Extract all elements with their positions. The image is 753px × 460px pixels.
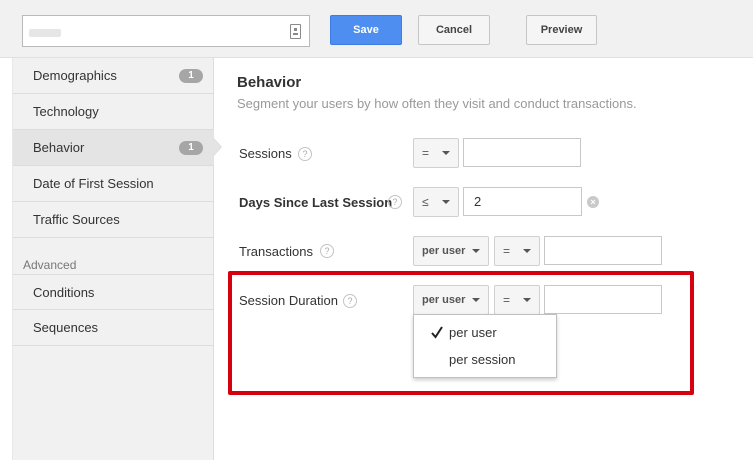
sidebar-item-label: Date of First Session bbox=[33, 176, 154, 191]
active-item-pointer-fill bbox=[213, 138, 221, 156]
operator-value: = bbox=[503, 244, 511, 258]
chevron-down-icon bbox=[472, 249, 480, 253]
segment-sidebar: Demographics 1 Technology Behavior 1 Dat… bbox=[12, 58, 214, 460]
document-icon bbox=[290, 24, 301, 39]
sidebar-item-label: Conditions bbox=[33, 285, 95, 300]
help-icon[interactable]: ? bbox=[320, 244, 334, 258]
top-toolbar: Save Cancel Preview bbox=[0, 0, 753, 58]
sessions-value-input[interactable] bbox=[463, 138, 581, 167]
segment-name-input[interactable] bbox=[22, 15, 310, 47]
transactions-scope-select[interactable]: per user bbox=[413, 236, 489, 266]
sidebar-item-conditions[interactable]: Conditions bbox=[13, 274, 214, 310]
days-operator-select[interactable]: ≤ bbox=[413, 187, 459, 217]
cancel-button[interactable]: Cancel bbox=[418, 15, 490, 45]
sessions-label: Sessions bbox=[239, 146, 292, 161]
check-icon bbox=[431, 326, 443, 339]
dropdown-option-per-session[interactable]: per session bbox=[449, 352, 515, 367]
sidebar-item-label: Behavior bbox=[33, 140, 85, 155]
sidebar-item-sequences[interactable]: Sequences bbox=[13, 310, 214, 346]
sidebar-item-label: Traffic Sources bbox=[33, 212, 120, 227]
count-badge: 1 bbox=[179, 69, 203, 83]
help-icon[interactable]: ? bbox=[298, 147, 312, 161]
sidebar-item-label: Demographics bbox=[33, 68, 117, 83]
sidebar-item-label: Technology bbox=[33, 104, 99, 119]
sidebar-item-traffic-sources[interactable]: Traffic Sources bbox=[13, 202, 214, 238]
scope-dropdown-menu: per user per session bbox=[413, 314, 557, 378]
save-button[interactable]: Save bbox=[330, 15, 402, 45]
help-icon[interactable]: ? bbox=[388, 195, 402, 209]
chevron-down-icon bbox=[523, 249, 531, 253]
redacted-name-text bbox=[29, 29, 61, 37]
sidebar-section-advanced: Advanced bbox=[23, 258, 77, 272]
operator-value: = bbox=[422, 146, 430, 160]
chevron-down-icon bbox=[442, 151, 450, 155]
sidebar-item-technology[interactable]: Technology bbox=[13, 94, 214, 130]
dropdown-option-per-user[interactable]: per user bbox=[449, 325, 497, 340]
section-title: Behavior bbox=[237, 74, 302, 91]
transactions-label: Transactions bbox=[239, 244, 313, 259]
clear-icon[interactable]: × bbox=[587, 196, 599, 208]
transactions-operator-select[interactable]: = bbox=[494, 236, 540, 266]
sessions-operator-select[interactable]: = bbox=[413, 138, 459, 168]
sidebar-item-demographics[interactable]: Demographics 1 bbox=[13, 58, 214, 94]
preview-button[interactable]: Preview bbox=[526, 15, 597, 45]
sidebar-item-behavior[interactable]: Behavior 1 bbox=[13, 130, 214, 166]
count-badge: 1 bbox=[179, 141, 203, 155]
operator-value: ≤ bbox=[422, 195, 429, 209]
transactions-value-input[interactable] bbox=[544, 236, 662, 265]
days-since-last-session-label: Days Since Last Session bbox=[239, 195, 393, 210]
section-subtitle: Segment your users by how often they vis… bbox=[237, 96, 637, 111]
days-value-input[interactable]: 2 bbox=[463, 187, 582, 216]
sidebar-item-date-of-first-session[interactable]: Date of First Session bbox=[13, 166, 214, 202]
chevron-down-icon bbox=[442, 200, 450, 204]
scope-value: per user bbox=[422, 245, 466, 257]
sidebar-item-label: Sequences bbox=[33, 320, 99, 335]
